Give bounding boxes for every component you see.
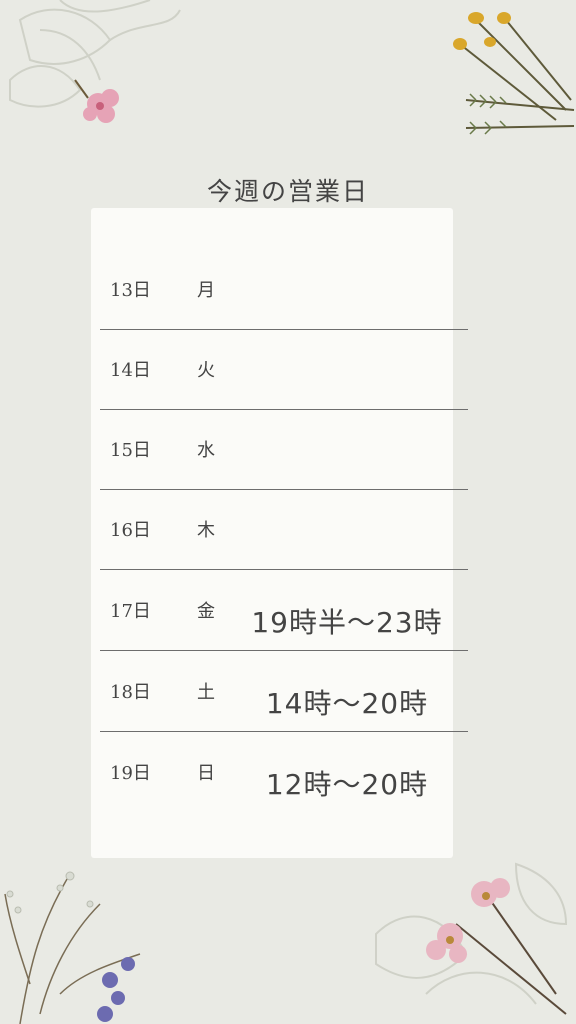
- pink-blossom-icon: [366, 854, 576, 1024]
- day-of-week: 日: [197, 763, 215, 784]
- day-of-week: 月: [197, 280, 215, 301]
- row-divider: [100, 569, 468, 570]
- row-divider: [100, 650, 468, 651]
- schedule-row: 14日 火: [100, 330, 468, 410]
- day-of-week: 水: [197, 440, 215, 461]
- day-date: 16日: [110, 520, 151, 541]
- day-date: 17日: [110, 601, 151, 622]
- purple-flower-icon: [0, 864, 160, 1024]
- day-of-week: 火: [197, 360, 215, 381]
- yellow-wildflower-icon: [446, 0, 576, 150]
- day-date: 14日: [110, 360, 151, 381]
- business-hours: 14時～20時: [265, 687, 429, 720]
- day-of-week: 土: [197, 682, 215, 703]
- schedule-row: 17日 金 19時半～23時: [100, 571, 468, 651]
- day-date: 19日: [110, 763, 151, 784]
- day-date: 15日: [110, 440, 151, 461]
- day-date: 18日: [110, 682, 151, 703]
- day-of-week: 木: [197, 520, 215, 541]
- business-hours: 12時～20時: [265, 768, 429, 801]
- business-hours: 19時半～23時: [251, 606, 443, 639]
- schedule-row: 18日 土 14時～20時: [100, 652, 468, 732]
- schedule-row: 19日 日 12時～20時: [100, 733, 468, 813]
- schedule-row: 13日 月: [100, 250, 468, 330]
- schedule-row: 16日 木: [100, 490, 468, 570]
- row-divider: [100, 731, 468, 732]
- day-date: 13日: [110, 280, 151, 301]
- page-title: 今週の営業日: [206, 177, 369, 206]
- day-of-week: 金: [197, 601, 215, 622]
- pink-flower-icon: [0, 0, 200, 140]
- schedule-row: 15日 水: [100, 410, 468, 490]
